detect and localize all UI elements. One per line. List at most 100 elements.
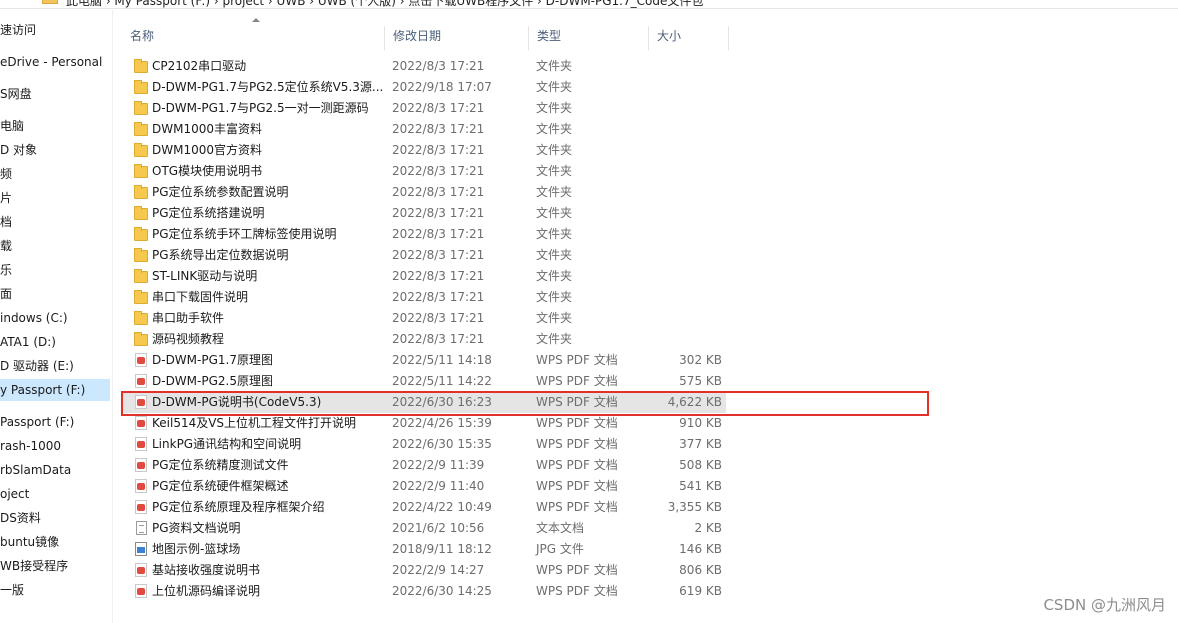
- file-row[interactable]: DWM1000官方资料 2022/8/3 17:21 文件夹: [122, 140, 726, 161]
- pdf-icon: [135, 458, 147, 472]
- column-header-type[interactable]: 类型: [529, 26, 649, 50]
- file-row[interactable]: PG资料文档说明 2021/6/2 10:56 文本文档 2 KB: [122, 518, 726, 539]
- file-name: 地图示例-篮球场: [152, 542, 241, 556]
- nav-item[interactable]: oject: [0, 483, 110, 505]
- sort-ascending-icon: [252, 18, 260, 22]
- file-date: 2022/8/3 17:21: [392, 248, 485, 262]
- watermark: CSDN @九洲风月: [1043, 596, 1166, 614]
- nav-item[interactable]: eDrive - Personal: [0, 51, 110, 73]
- image-file-icon: [135, 542, 147, 556]
- file-row[interactable]: 上位机源码编译说明 2022/6/30 14:25 WPS PDF 文档 619 KB: [122, 581, 726, 602]
- nav-item[interactable]: 载: [0, 235, 110, 257]
- folder-icon: [134, 164, 148, 178]
- file-row[interactable]: D-DWM-PG2.5原理图 2022/5/11 14:22 WPS PDF 文档 5…: [122, 371, 726, 392]
- file-date: 2022/8/3 17:21: [392, 311, 485, 325]
- file-date: 2022/4/26 15:39: [392, 416, 492, 430]
- nav-item[interactable]: D 对象: [0, 139, 110, 161]
- file-row[interactable]: PG定位系统手环工牌标签使用说明 2022/8/3 17:21 文件夹: [122, 224, 726, 245]
- folder-icon: [134, 101, 148, 115]
- file-type: 文件夹: [536, 311, 573, 325]
- file-name: PG定位系统参数配置说明: [152, 185, 289, 199]
- nav-item[interactable]: y Passport (F:): [0, 379, 110, 401]
- file-type: 文件夹: [536, 227, 573, 241]
- nav-item[interactable]: D 驱动器 (E:): [0, 355, 110, 377]
- pdf-icon: [135, 416, 147, 430]
- file-size: 541 KB: [679, 479, 722, 493]
- file-row[interactable]: PG系统导出定位数据说明 2022/8/3 17:21 文件夹: [122, 245, 726, 266]
- file-name: DWM1000丰富资料: [152, 122, 262, 136]
- pdf-icon: [135, 353, 147, 367]
- file-date: 2022/6/30 14:25: [392, 584, 492, 598]
- file-type: WPS PDF 文档: [536, 458, 618, 472]
- folder-icon: [134, 122, 148, 136]
- file-row[interactable]: 基站接收强度说明书 2022/2/9 14:27 WPS PDF 文档 806 KB: [122, 560, 726, 581]
- column-header-size[interactable]: 大小: [649, 26, 729, 50]
- file-size: 508 KB: [679, 458, 722, 472]
- file-row[interactable]: DWM1000丰富资料 2022/8/3 17:21 文件夹: [122, 119, 726, 140]
- file-date: 2022/5/11 14:22: [392, 374, 492, 388]
- file-row[interactable]: D-DWM-PG1.7原理图 2022/5/11 14:18 WPS PDF 文档 3…: [122, 350, 726, 371]
- file-type: 文本文档: [536, 521, 585, 535]
- file-row[interactable]: 串口下载固件说明 2022/8/3 17:21 文件夹: [122, 287, 726, 308]
- file-row[interactable]: CP2102串口驱动 2022/8/3 17:21 文件夹: [122, 56, 726, 77]
- nav-item[interactable]: rbSlamData: [0, 459, 110, 481]
- file-type: WPS PDF 文档: [536, 374, 618, 388]
- file-row[interactable]: D-DWM-PG1.7与PG2.5一对一测距源码 2022/8/3 17:21 文件…: [122, 98, 726, 119]
- nav-item[interactable]: rash-1000: [0, 435, 110, 457]
- file-name: D-DWM-PG1.7与PG2.5定位系统V5.3源...: [152, 80, 384, 94]
- file-type: 文件夹: [536, 290, 573, 304]
- nav-item[interactable]: Passport (F:): [0, 411, 110, 433]
- file-date: 2022/2/9 11:39: [392, 458, 485, 472]
- file-row[interactable]: PG定位系统参数配置说明 2022/8/3 17:21 文件夹: [122, 182, 726, 203]
- file-row[interactable]: Keil514及VS上位机工程文件打开说明 2022/4/26 15:39 WPS …: [122, 413, 726, 434]
- file-row[interactable]: 源码视频教程 2022/8/3 17:21 文件夹: [122, 329, 726, 350]
- folder-icon: [42, 0, 58, 4]
- nav-item[interactable]: WB接受程序: [0, 555, 110, 577]
- nav-item[interactable]: ATA1 (D:): [0, 331, 110, 353]
- file-date: 2022/8/3 17:21: [392, 332, 485, 346]
- nav-item[interactable]: 速访问: [0, 19, 110, 41]
- pdf-icon: [135, 374, 147, 388]
- file-row[interactable]: D-DWM-PG1.7与PG2.5定位系统V5.3源... 2022/9/18 1…: [122, 77, 726, 98]
- file-type: WPS PDF 文档: [536, 437, 618, 451]
- file-row[interactable]: LinkPG通讯结构和空间说明 2022/6/30 15:35 WPS PDF 文档…: [122, 434, 726, 455]
- file-type: 文件夹: [536, 59, 573, 73]
- column-header-date[interactable]: 修改日期: [385, 26, 529, 50]
- nav-item[interactable]: 面: [0, 283, 110, 305]
- nav-item[interactable]: 片: [0, 187, 110, 209]
- column-header-name[interactable]: 名称: [122, 26, 385, 50]
- file-name: DWM1000官方资料: [152, 143, 262, 157]
- file-size: 3,355 KB: [667, 500, 722, 514]
- file-row[interactable]: ST-LINK驱动与说明 2022/8/3 17:21 文件夹: [122, 266, 726, 287]
- file-row[interactable]: PG定位系统原理及程序框架介绍 2022/4/22 10:49 WPS PDF 文档…: [122, 497, 726, 518]
- nav-item[interactable]: 一版: [0, 579, 110, 601]
- file-date: 2022/8/3 17:21: [392, 290, 485, 304]
- file-name: PG资料文档说明: [152, 521, 241, 535]
- file-date: 2022/8/3 17:21: [392, 269, 485, 283]
- nav-item[interactable]: DS资料: [0, 507, 110, 529]
- nav-item[interactable]: 档: [0, 211, 110, 233]
- nav-item[interactable]: 频: [0, 163, 110, 185]
- file-row[interactable]: 地图示例-篮球场 2018/9/11 18:12 JPG 文件 146 KB: [122, 539, 726, 560]
- nav-item[interactable]: S网盘: [0, 83, 110, 105]
- file-row[interactable]: PG定位系统硬件框架概述 2022/2/9 11:40 WPS PDF 文档 541 …: [122, 476, 726, 497]
- file-row[interactable]: PG定位系统搭建说明 2022/8/3 17:21 文件夹: [122, 203, 726, 224]
- breadcrumb-path[interactable]: 此电脑 › My Passport (F:) › project › UWB ›…: [66, 0, 703, 8]
- file-type: JPG 文件: [536, 542, 584, 556]
- nav-item[interactable]: 电脑: [0, 115, 110, 137]
- folder-icon: [134, 290, 148, 304]
- file-name: D-DWM-PG2.5原理图: [152, 374, 273, 388]
- file-row[interactable]: OTG模块使用说明书 2022/8/3 17:21 文件夹: [122, 161, 726, 182]
- file-name: 串口下载固件说明: [152, 290, 249, 304]
- file-row[interactable]: PG定位系统精度测试文件 2022/2/9 11:39 WPS PDF 文档 508 …: [122, 455, 726, 476]
- file-row[interactable]: 串口助手软件 2022/8/3 17:21 文件夹: [122, 308, 726, 329]
- file-date: 2018/9/11 18:12: [392, 542, 492, 556]
- nav-item[interactable]: 乐: [0, 259, 110, 281]
- file-name: PG定位系统手环工牌标签使用说明: [152, 227, 337, 241]
- address-breadcrumb[interactable]: 此电脑 › My Passport (F:) › project › UWB ›…: [0, 0, 1178, 9]
- file-name: PG定位系统搭建说明: [152, 206, 265, 220]
- nav-item[interactable]: indows (C:): [0, 307, 110, 329]
- file-date: 2022/8/3 17:21: [392, 227, 485, 241]
- nav-item[interactable]: buntu镜像: [0, 531, 110, 553]
- file-type: 文件夹: [536, 80, 573, 94]
